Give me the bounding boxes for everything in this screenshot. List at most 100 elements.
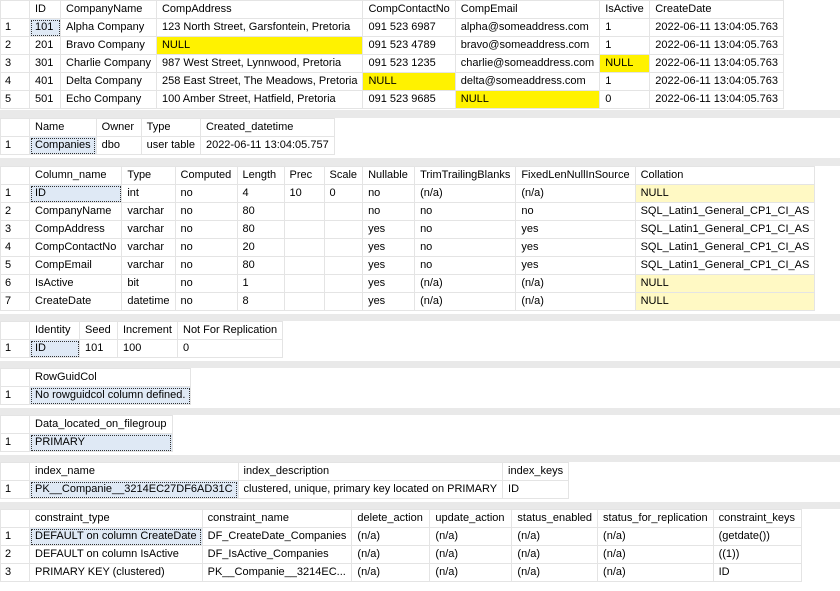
grid-corner-cell[interactable] [0,118,30,137]
grid-cell[interactable]: 258 East Street, The Meadows, Pretoria [155,72,364,91]
table-row[interactable]: 2 DEFAULT on column IsActive DF_IsActive_C… [0,545,802,564]
table-row[interactable]: 4 401 Delta Company 258 East Street, The Me… [0,72,784,91]
grid-cell[interactable]: (n/a) [511,527,599,546]
grid-cell[interactable]: NULL [454,90,601,109]
grid-cell[interactable]: IsActive [28,274,123,293]
grid-cell[interactable]: (n/a) [429,545,513,564]
grid-cell[interactable]: varchar [121,256,176,275]
grid-cell[interactable]: user table [140,136,201,155]
grid-corner-cell[interactable] [0,0,30,19]
row-number[interactable]: 1 [0,184,30,203]
column-header[interactable]: Owner [95,118,142,137]
row-number[interactable]: 3 [0,563,30,582]
grid-cell[interactable]: yes [362,274,416,293]
row-number[interactable]: 4 [0,72,30,91]
column-header[interactable]: index_keys [502,462,570,481]
grid-cell[interactable]: 401 [29,72,61,91]
column-header[interactable]: status_enabled [511,509,599,528]
grid-cell[interactable]: 301 [29,54,61,73]
results-grid-identity[interactable]: Identity Seed Increment Not For Replication… [0,321,284,358]
grid-cell[interactable]: SQL_Latin1_General_CP1_CI_AS [634,256,816,275]
grid-cell[interactable]: 2022-06-11 13:04:05.763 [649,54,784,73]
grid-cell[interactable]: (n/a) [414,184,517,203]
grid-cell[interactable]: no [174,256,238,275]
column-header[interactable]: index_description [237,462,504,481]
grid-cell[interactable]: 1 [599,18,651,37]
row-number[interactable]: 5 [0,256,30,275]
grid-cell[interactable]: int [121,184,176,203]
grid-cell[interactable]: ((1)) [712,545,802,564]
column-header[interactable]: Increment [117,321,178,340]
grid-cell[interactable]: 80 [236,202,285,221]
column-header[interactable]: delete_action [351,509,431,528]
grid-cell[interactable]: SQL_Latin1_General_CP1_CI_AS [634,238,816,257]
grid-cell[interactable] [323,274,364,293]
grid-cell[interactable]: (n/a) [351,527,431,546]
grid-cell[interactable]: (n/a) [351,563,431,582]
grid-cell[interactable]: (getdate()) [712,527,802,546]
grid-cell[interactable]: 2022-06-11 13:04:05.763 [649,18,784,37]
grid-cell[interactable]: PK__Companie__3214EC27DF6AD31C [29,480,239,499]
grid-cell[interactable]: NULL [362,72,456,91]
grid-cell[interactable]: yes [362,256,416,275]
grid-cell[interactable]: (n/a) [597,527,714,546]
column-header[interactable]: Computed [174,166,238,185]
column-header[interactable]: CompEmail [454,0,601,19]
results-grid-rowguidcol[interactable]: RowGuidCol 1 No rowguidcol column defined. [0,368,192,405]
grid-cell[interactable]: 091 523 9685 [362,90,456,109]
column-header[interactable]: CompanyName [60,0,157,19]
column-header[interactable]: FixedLenNullInSource [515,166,636,185]
grid-cell[interactable]: ID [29,339,80,358]
grid-cell[interactable]: PRIMARY KEY (clustered) [29,563,203,582]
grid-cell[interactable]: 4 [236,184,285,203]
grid-cell[interactable]: 100 Amber Street, Hatfield, Pretoria [155,90,364,109]
grid-cell[interactable]: no [174,238,238,257]
grid-cell[interactable]: no [414,238,517,257]
grid-cell[interactable]: charlie@someaddress.com [454,54,601,73]
grid-corner-cell[interactable] [0,368,30,387]
grid-cell[interactable]: (n/a) [429,527,513,546]
grid-cell[interactable] [283,202,325,221]
grid-cell[interactable]: yes [515,220,636,239]
column-header[interactable]: constraint_keys [712,509,802,528]
table-row[interactable]: 3 CompAddress varchar no 80 yes no yes SQL_Latin… [0,220,816,239]
results-grid-constraints[interactable]: constraint_type constraint_name delete_act… [0,509,802,582]
grid-cell[interactable]: NULL [634,274,816,293]
grid-cell[interactable] [283,220,325,239]
grid-cell[interactable]: no [362,184,416,203]
grid-corner-cell[interactable] [0,166,30,185]
grid-cell[interactable]: CompContactNo [28,238,123,257]
grid-cell[interactable] [283,238,325,257]
column-header[interactable]: Created_datetime [199,118,335,137]
grid-cell[interactable]: DF_CreateDate_Companies [201,527,353,546]
table-row[interactable]: 5 CompEmail varchar no 80 yes no yes SQL_Latin1_… [0,256,816,275]
row-number[interactable]: 2 [0,202,30,221]
table-row[interactable]: 1 PRIMARY [0,433,173,452]
grid-cell[interactable]: 2022-06-11 13:04:05.763 [649,90,784,109]
table-row[interactable]: 2 CompanyName varchar no 80 no no no SQL_Latin1_… [0,202,816,221]
grid-cell[interactable]: 20 [236,238,285,257]
grid-corner-cell[interactable] [0,509,30,528]
grid-cell[interactable]: no [414,220,517,239]
grid-cell[interactable]: 1 [599,72,651,91]
grid-cell[interactable]: NULL [599,54,651,73]
row-number[interactable]: 6 [0,274,30,293]
grid-cell[interactable]: clustered, unique, primary key located o… [237,480,504,499]
grid-cell[interactable]: 1 [599,36,651,55]
table-row[interactable]: 6 IsActive bit no 1 yes (n/a) (n/a) NULL [0,274,816,293]
grid-cell[interactable]: No rowguidcol column defined. [28,386,192,405]
table-row[interactable]: 1 ID 101 100 0 [0,339,284,358]
grid-cell[interactable]: 091 523 6987 [362,18,456,37]
column-header[interactable]: CompContactNo [362,0,456,19]
grid-cell[interactable]: delta@someaddress.com [454,72,601,91]
grid-cell[interactable]: 091 523 1235 [362,54,456,73]
grid-cell[interactable]: (n/a) [414,292,517,311]
grid-cell[interactable]: 0 [323,184,364,203]
row-number[interactable]: 2 [0,545,30,564]
grid-cell[interactable]: (n/a) [597,545,714,564]
grid-cell[interactable]: alpha@someaddress.com [454,18,601,37]
grid-cell[interactable]: 2022-06-11 13:04:05.763 [649,36,784,55]
grid-cell[interactable]: no [362,202,416,221]
grid-cell[interactable]: Echo Company [60,90,157,109]
grid-cell[interactable]: Bravo Company [60,36,157,55]
